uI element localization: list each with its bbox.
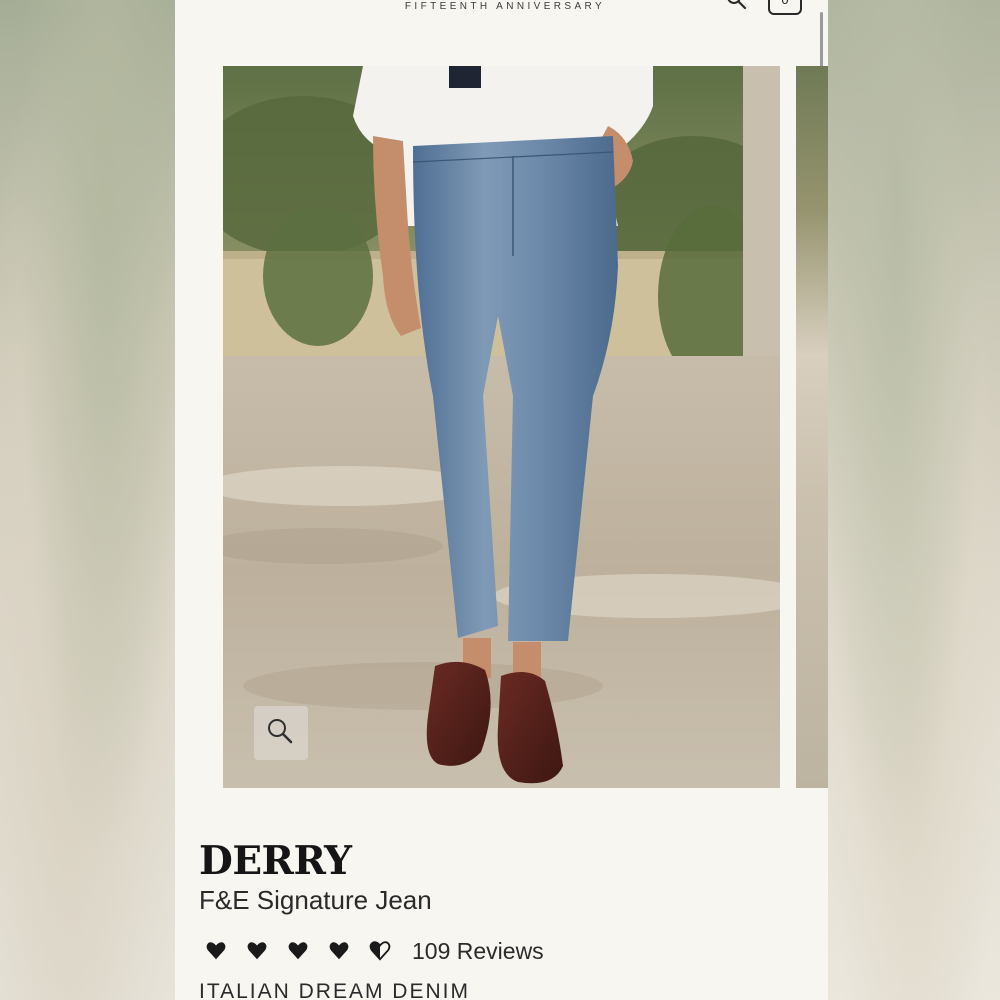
top-bar: FIFTEENTH ANNIVERSARY 0	[175, 0, 828, 20]
product-image[interactable]	[223, 66, 780, 788]
heart-icon	[329, 942, 349, 960]
collection-label: ITALIAN DREAM DENIM	[199, 980, 470, 1000]
rating-row[interactable]: 109 Reviews	[205, 936, 544, 966]
cart-icon[interactable]: 0	[767, 0, 803, 16]
product-subtitle: F&E Signature Jean	[199, 885, 432, 915]
anniversary-tagline: FIFTEENTH ANNIVERSARY	[404, 1, 606, 12]
next-product-image-peek[interactable]	[796, 66, 828, 788]
heart-icon	[288, 942, 308, 960]
reviews-count-link[interactable]: 109 Reviews	[412, 938, 544, 965]
zoom-button[interactable]	[254, 706, 308, 760]
product-name: DERRY	[199, 838, 352, 884]
magnifier-icon	[268, 719, 293, 744]
cart-count: 0	[781, 0, 788, 7]
heart-icon	[206, 942, 226, 960]
product-photo	[223, 66, 780, 788]
phone-screen: FIFTEENTH ANNIVERSARY 0	[175, 0, 828, 1000]
screenshot-stage: FIFTEENTH ANNIVERSARY 0	[0, 0, 1000, 1000]
search-icon[interactable]	[725, 0, 749, 14]
half-heart-icon	[369, 941, 391, 961]
heart-icon	[247, 942, 267, 960]
blurred-background-left	[0, 0, 175, 1000]
menu-icon[interactable]	[201, 0, 231, 2]
blurred-background-right	[828, 0, 1000, 1000]
